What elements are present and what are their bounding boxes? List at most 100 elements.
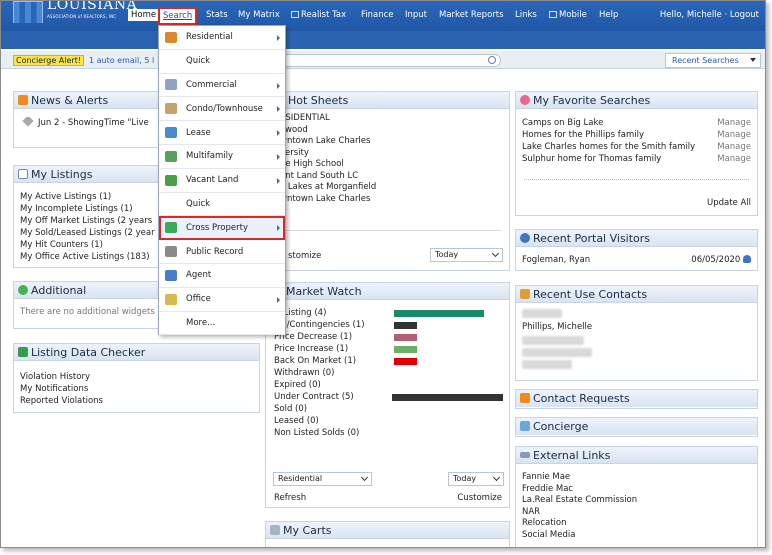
menu-item-cross-property[interactable]: Cross Property [159,216,285,241]
menu-item-agent[interactable]: Agent [159,264,285,288]
market-watch-row[interactable]: Leased (0) [274,415,503,427]
external-link[interactable]: Fannie Mae [522,472,751,484]
contacts-icon [520,289,530,299]
market-watch-row[interactable]: Back On Market (1) [274,355,503,367]
nav-home[interactable]: Home [128,9,160,21]
logo-name: LOUISIANA [47,0,138,13]
hotsheet-item[interactable]: ant Land South LC [280,171,503,183]
user-icon [520,233,530,243]
market-watch-row[interactable]: Price Increase (1) [274,343,503,355]
market-watch-row[interactable]: Sold (0) [274,403,503,415]
recent-searches-dropdown[interactable]: Recent Searches [665,53,761,68]
market-watch-row[interactable]: Non Listed Solds (0) [274,427,503,439]
market-period-select[interactable]: Today [448,472,504,486]
menu-item-office[interactable]: Office [159,288,285,312]
divider [274,230,501,231]
logo-tagline: ASSOCIATION of REALTORS, INC [47,14,117,19]
user-greeting[interactable]: Hello, Michelle · Logout [660,10,759,20]
house-icon [165,31,177,43]
menu-item-residential[interactable]: Residential [159,26,285,50]
chevron-down-icon [492,473,501,482]
visitor-name[interactable]: Fogleman, Ryan [522,254,590,266]
menu-item-vacant-land[interactable]: Vacant Land [159,169,285,193]
favorite-search-link[interactable]: Camps on Big Lake [522,117,603,129]
market-watch-row[interactable]: ive/Contingencies (1) [274,319,503,331]
nav-finance[interactable]: Finance [361,10,394,20]
hotsheet-item[interactable]: e Lakes at Morganfield [280,182,503,194]
hotsheet-item[interactable]: wntown Lake Charles [280,194,503,206]
nav-realist-tax[interactable]: Realist Tax [291,10,346,20]
market-watch-row[interactable]: w Listing (4) [274,307,503,319]
concierge-header[interactable]: Concierge [516,418,757,435]
external-link[interactable]: La.Real Estate Commission [522,495,751,507]
market-watch-label: Sold (0) [274,403,308,414]
nav-mobile[interactable]: Mobile [549,10,587,20]
concierge-alert-badge[interactable]: Concierge Alert! [13,55,85,66]
tag-icon [22,117,34,127]
market-watch-row[interactable]: Under Contract (5) [274,391,503,403]
chevron-right-icon [277,35,280,41]
favorite-search-link[interactable]: Sulphur home for Thomas family [522,153,661,165]
contact-name[interactable]: Phillips, Michelle [522,321,751,333]
agent-icon [165,269,177,281]
external-link[interactable]: Social Media [522,530,751,542]
menu-item-more[interactable]: More... [159,312,285,336]
hotsheet-item[interactable]: ywood [280,125,503,137]
hotsheet-item[interactable]: versity [280,148,503,160]
checker-link[interactable]: Violation History [20,371,253,383]
search-input[interactable] [274,54,501,67]
nav-search[interactable]: Search [158,7,198,25]
favorite-searches-panel: My Favorite Searches Camps on Big Lake Ma… [515,91,758,216]
external-link[interactable]: Freddie Mac [522,484,751,496]
recent-searches-label: Recent Searches [672,56,739,65]
news-alerts-title: News & Alerts [31,94,109,107]
market-watch-row[interactable]: Price Decrease (1) [274,331,503,343]
manage-link[interactable]: Manage [717,141,751,153]
menu-item-quick[interactable]: Quick [159,50,285,74]
nav-links[interactable]: Links [515,10,537,20]
nav-stats[interactable]: Stats [206,10,228,20]
contact-requests-header[interactable]: Contact Requests [516,390,757,407]
menu-item-commercial[interactable]: Commercial [159,74,285,98]
market-refresh-link[interactable]: Refresh [274,493,306,503]
menu-item-condo-townhouse[interactable]: Condo/Townhouse [159,97,285,122]
search-icon[interactable] [488,56,496,64]
menu-item-lease[interactable]: Lease [159,121,285,145]
market-type-select[interactable]: Residential [273,472,372,486]
concierge-alert-text[interactable]: 1 auto email, 5 l [89,56,154,65]
hotsheet-item[interactable]: be High School [280,159,503,171]
menu-item-multifamily[interactable]: Multifamily [159,145,285,169]
hotsheets-period-select[interactable]: Today [430,248,503,262]
redacted-text [522,348,592,357]
hotsheet-item[interactable]: ESIDENTIAL [280,113,503,125]
nav-help[interactable]: Help [599,10,618,20]
multifamily-icon [165,150,177,162]
market-watch-row[interactable]: Withdrawn (0) [274,367,503,379]
visitor-row: Fogleman, Ryan 06/05/2020 [522,254,751,266]
checker-link[interactable]: Reported Violations [20,395,253,407]
favorite-search-link[interactable]: Homes for the Phillips family [522,129,644,141]
manage-link[interactable]: Manage [717,117,751,129]
nav-market-reports[interactable]: Market Reports [439,10,504,20]
external-link[interactable]: NAR [522,507,751,519]
market-customize-link[interactable]: Customize [457,493,502,503]
menu-item-public-record[interactable]: Public Record [159,240,285,264]
external-links-header: External Links [516,447,757,464]
favorite-searches-header: My Favorite Searches [516,92,757,109]
hotsheets-customize-link[interactable]: stomize [288,251,321,261]
market-watch-label: Expired (0) [274,379,321,390]
market-watch-row[interactable]: Expired (0) [274,379,503,391]
manage-link[interactable]: Manage [717,153,751,165]
hotsheet-item[interactable]: wntown Lake Charles [280,136,503,148]
checklist-icon [18,347,28,357]
plus-icon[interactable] [18,285,28,295]
update-all-button[interactable]: Update All [707,198,751,208]
checker-link[interactable]: My Notifications [20,383,253,395]
favorite-search-link[interactable]: Lake Charles homes for the Smith family [522,141,695,153]
logo[interactable]: LOUISIANA ASSOCIATION of REALTORS, INC [13,1,137,31]
menu-item-quick[interactable]: Quick [159,193,285,217]
external-link[interactable]: Relocation [522,518,751,530]
nav-my-matrix[interactable]: My Matrix [238,10,280,20]
manage-link[interactable]: Manage [717,129,751,141]
nav-input[interactable]: Input [405,10,427,20]
